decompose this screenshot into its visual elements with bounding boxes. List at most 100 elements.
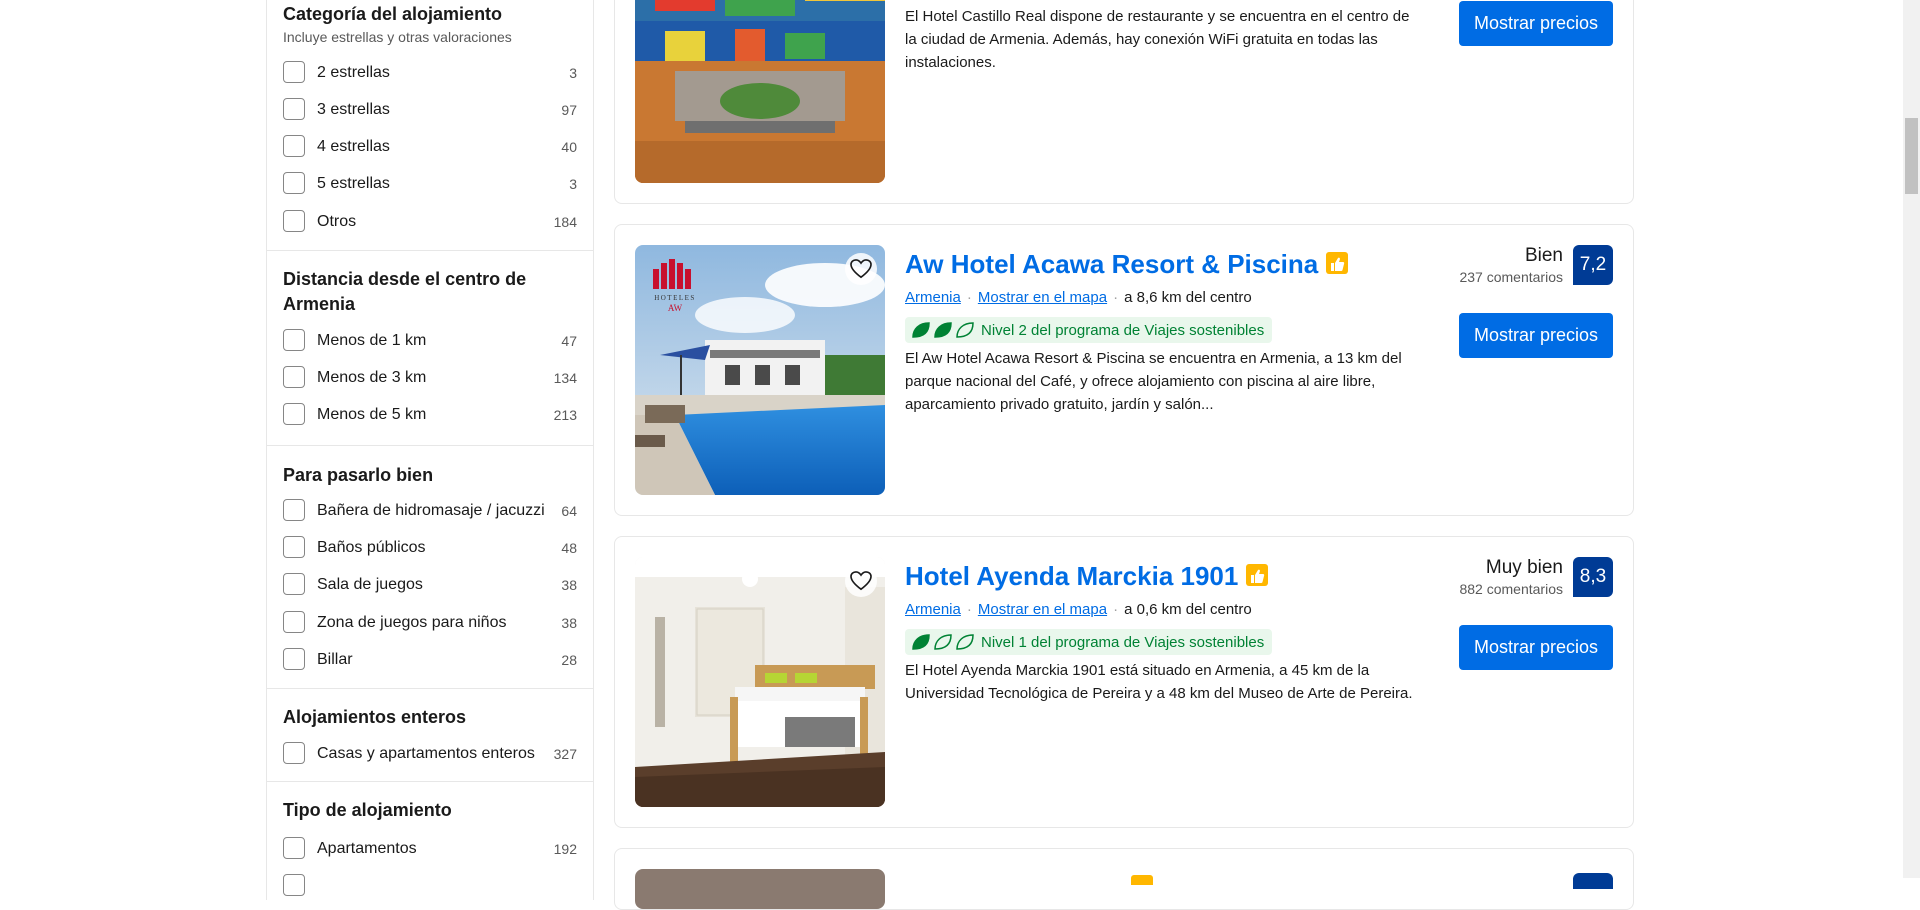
filter-option-count: 38 (561, 615, 577, 631)
filter-option-label: Menos de 5 km (317, 406, 427, 423)
city-link[interactable]: Armenia (905, 601, 961, 618)
checkbox[interactable] (283, 573, 305, 595)
checkbox[interactable] (283, 210, 305, 232)
filter-option-label: Menos de 1 km (317, 332, 427, 349)
filter-option-count: 64 (561, 503, 577, 519)
filter-option-count: 3 (569, 176, 577, 192)
filter-option-label: 2 estrellas (317, 64, 390, 81)
hotel-photo[interactable]: HOTELES AW (635, 245, 885, 495)
checkbox[interactable] (283, 403, 305, 425)
distance-text: a 0,6 km del centro (1124, 601, 1252, 618)
checkbox[interactable] (283, 611, 305, 633)
checkbox[interactable] (283, 874, 305, 896)
filter-option-apartments[interactable]: Apartamentos 192 (283, 837, 577, 863)
sustainability-badge[interactable]: Nivel 1 del programa de Viajes sostenibl… (905, 629, 1273, 655)
show-prices-button[interactable]: Mostrar precios (1459, 625, 1613, 670)
checkbox[interactable] (283, 499, 305, 521)
filter-option-4-stars[interactable]: 4 estrellas 40 (283, 135, 577, 161)
separator-dot: · (966, 601, 972, 618)
filter-option-less-5km[interactable]: Menos de 5 km 213 (283, 403, 577, 429)
checkbox[interactable] (283, 366, 305, 388)
result-card[interactable]: El Hotel Castillo Real dispone de restau… (614, 0, 1634, 204)
filter-option-less-3km[interactable]: Menos de 3 km 134 (283, 366, 577, 392)
filter-option-count: 97 (561, 102, 577, 118)
filter-title: Tipo de alojamiento (283, 800, 452, 820)
filter-option-2-stars[interactable]: 2 estrellas 3 (283, 61, 577, 87)
filter-option-label: Sala de juegos (317, 576, 423, 593)
hotel-logo: HOTELES AW (647, 255, 703, 317)
filter-option-count: 192 (553, 841, 577, 857)
show-on-map-link[interactable]: Mostrar en el mapa (978, 601, 1107, 618)
filter-option-label: Otros (317, 213, 357, 230)
filter-option-count: 40 (561, 139, 577, 155)
hotel-photo[interactable] (635, 869, 885, 909)
hotel-description: El Aw Hotel Acawa Resort & Piscina se en… (905, 350, 1402, 413)
svg-text:HOTELES: HOTELES (654, 294, 696, 302)
review-word: Bien (1524, 245, 1563, 266)
filter-option-entire-homes[interactable]: Casas y apartamentos enteros 327 (283, 742, 577, 768)
filter-option-label: Billar (317, 651, 353, 668)
filter-group-entire: Alojamientos enteros Casas y apartamento… (267, 688, 593, 764)
location-line: Armenia · Mostrar en el mapa · a 8,6 km del … (905, 289, 1252, 306)
filter-option-label: 3 estrellas (317, 101, 390, 118)
sustainability-leaves (911, 321, 975, 339)
filter-title: Categoría del alojamiento (283, 4, 503, 24)
checkbox[interactable] (283, 329, 305, 351)
review-count: 882 comentarios (1459, 581, 1563, 597)
filter-option-label: 4 estrellas (317, 138, 390, 155)
checkbox[interactable] (283, 135, 305, 157)
checkbox[interactable] (283, 648, 305, 670)
hotel-name-link[interactable]: Aw Hotel Acawa Resort & Piscina (905, 249, 1349, 280)
hotel-photo[interactable] (635, 0, 885, 183)
review-score-badge (1573, 873, 1613, 889)
filter-option-game-room[interactable]: Sala de juegos 38 (283, 573, 577, 599)
result-card[interactable]: HOTELES AW Aw Hotel Acawa Resort & Pisci… (614, 224, 1634, 516)
filter-option-count: 327 (553, 746, 577, 762)
heart-icon (850, 571, 872, 591)
review-score-block[interactable]: Bien 237 comentarios 7,2 (1413, 245, 1613, 285)
filter-option-count: 184 (553, 214, 577, 230)
favorite-button[interactable] (845, 565, 877, 597)
filter-option-less-1km[interactable]: Menos de 1 km 47 (283, 329, 577, 355)
filter-option-label: Menos de 3 km (317, 369, 427, 386)
filter-subtitle: Incluye estrellas y otras valoraciones (283, 29, 512, 45)
scrollbar[interactable] (1903, 0, 1920, 878)
result-card[interactable] (614, 848, 1634, 910)
checkbox[interactable] (283, 172, 305, 194)
city-link[interactable]: Armenia (905, 289, 961, 306)
filter-option-public-baths[interactable]: Baños públicos 48 (283, 536, 577, 562)
filter-option-billiards[interactable]: Billar 28 (283, 648, 577, 674)
filter-option-jacuzzi[interactable]: Bañera de hidromasaje / jacuzzi 64 (283, 499, 577, 525)
review-score-block[interactable]: Muy bien 882 comentarios 8,3 (1413, 557, 1613, 597)
filter-option-5-stars[interactable]: 5 estrellas 3 (283, 172, 577, 198)
hotel-name-link[interactable]: Hotel Ayenda Marckia 1901 (905, 561, 1269, 592)
checkbox[interactable] (283, 61, 305, 83)
sustainability-badge[interactable]: Nivel 2 del programa de Viajes sostenibl… (905, 317, 1273, 343)
checkbox[interactable] (283, 536, 305, 558)
filter-option-count: 3 (569, 65, 577, 81)
checkbox[interactable] (283, 98, 305, 120)
filters-sidebar: Categoría del alojamiento Incluye estrel… (266, 0, 594, 900)
separator-dot: · (966, 289, 972, 306)
filter-option-kids-play-area[interactable]: Zona de juegos para niños 38 (283, 611, 577, 637)
scrollbar-thumb[interactable] (1905, 118, 1918, 194)
filter-option-label: Baños públicos (317, 539, 426, 556)
filter-option-count: 47 (561, 333, 577, 349)
filter-title: Para pasarlo bien (283, 465, 434, 485)
filter-group-fun: Para pasarlo bien Bañera de hidromasaje … (267, 445, 593, 670)
hotel-name: Hotel Ayenda Marckia 1901 (905, 561, 1239, 591)
show-prices-button[interactable]: Mostrar precios (1459, 1, 1613, 46)
show-prices-button[interactable]: Mostrar precios (1459, 313, 1613, 358)
thumbs-up-icon (1246, 564, 1269, 587)
hotel-photo[interactable] (635, 557, 885, 807)
hotel-name: Aw Hotel Acawa Resort & Piscina (905, 249, 1319, 279)
result-card[interactable]: Hotel Ayenda Marckia 1901 Armenia · Mostra… (614, 536, 1634, 828)
filter-option-count: 48 (561, 540, 577, 556)
show-on-map-link[interactable]: Mostrar en el mapa (978, 289, 1107, 306)
checkbox[interactable] (283, 742, 305, 764)
location-line: Armenia · Mostrar en el mapa · a 0,6 km del … (905, 601, 1252, 618)
checkbox[interactable] (283, 837, 305, 859)
favorite-button[interactable] (845, 253, 877, 285)
filter-option-others[interactable]: Otros 184 (283, 210, 577, 236)
filter-option-3-stars[interactable]: 3 estrellas 97 (283, 98, 577, 124)
